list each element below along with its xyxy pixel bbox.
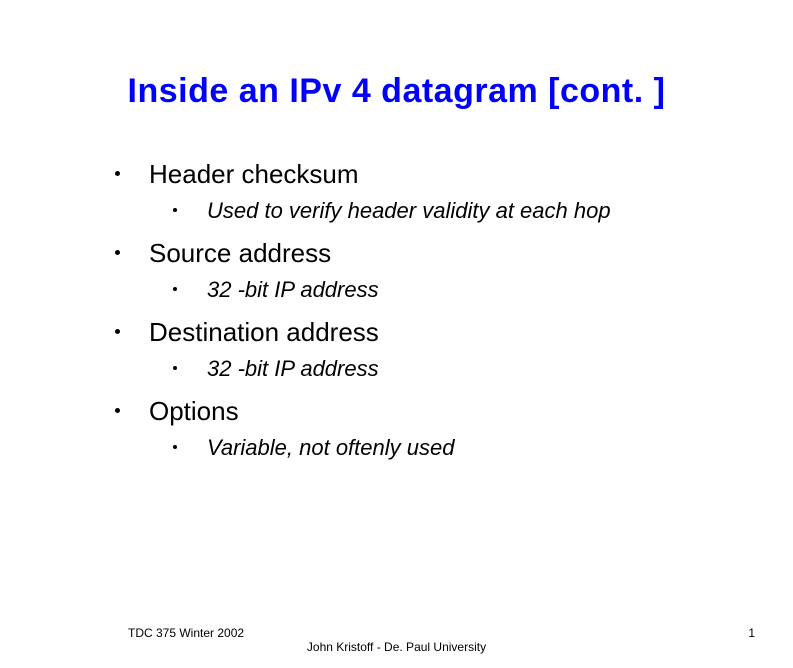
bullet-item: Source address — [115, 238, 793, 269]
sub-bullet-label: Used to verify header validity at each h… — [207, 198, 611, 223]
bullet-dot-icon — [173, 287, 177, 291]
bullet-item: Destination address — [115, 317, 793, 348]
sub-bullet-item: 32 -bit IP address — [173, 277, 793, 303]
bullet-dot-icon — [115, 250, 120, 255]
footer-center: John Kristoff - De. Paul University — [0, 640, 793, 654]
sub-bullet-label: 32 -bit IP address — [207, 356, 379, 381]
sub-bullet-label: 32 -bit IP address — [207, 277, 379, 302]
sub-bullet-item: Variable, not oftenly used — [173, 435, 793, 461]
bullet-item: Header checksum — [115, 159, 793, 190]
bullet-label: Header checksum — [149, 159, 359, 189]
bullet-dot-icon — [115, 408, 120, 413]
bullet-dot-icon — [173, 366, 177, 370]
bullet-dot-icon — [115, 171, 120, 176]
sub-bullet-label: Variable, not oftenly used — [207, 435, 454, 460]
bullet-label: Destination address — [149, 317, 379, 347]
footer-page-number: 1 — [748, 626, 755, 640]
bullet-dot-icon — [173, 208, 177, 212]
bullet-dot-icon — [173, 445, 177, 449]
sub-bullet-item: 32 -bit IP address — [173, 356, 793, 382]
slide: Inside an IPv 4 datagram [cont. ] Header… — [0, 72, 793, 668]
sub-bullet-item: Used to verify header validity at each h… — [173, 198, 793, 224]
bullet-label: Options — [149, 396, 239, 426]
bullet-item: Options — [115, 396, 793, 427]
bullet-dot-icon — [115, 329, 120, 334]
slide-content: Header checksum Used to verify header va… — [115, 159, 793, 461]
bullet-label: Source address — [149, 238, 331, 268]
footer-left: TDC 375 Winter 2002 — [128, 626, 244, 640]
slide-title: Inside an IPv 4 datagram [cont. ] — [0, 72, 793, 111]
